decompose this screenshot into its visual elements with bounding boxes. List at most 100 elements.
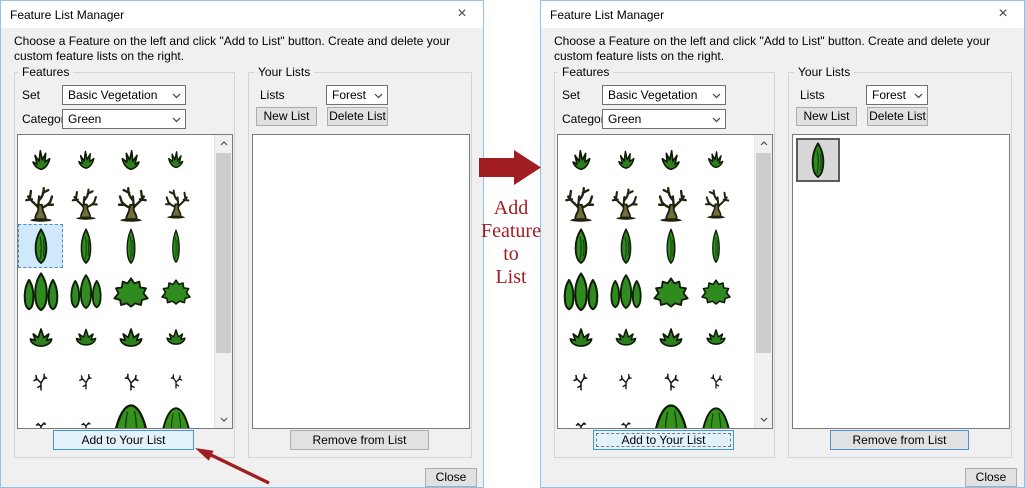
feature-cell-dead-tree[interactable] xyxy=(558,180,603,224)
feature-cell-cypress[interactable] xyxy=(648,224,693,268)
feature-cell-bush-large[interactable] xyxy=(153,268,198,312)
feature-cell-bush[interactable] xyxy=(558,312,603,356)
chevron-down-icon xyxy=(172,93,181,99)
twig-small-icon xyxy=(569,410,593,429)
scrollbar-thumb[interactable] xyxy=(756,153,771,353)
delete-list-button[interactable]: Delete List xyxy=(867,107,928,126)
dead-tree-icon xyxy=(109,180,153,224)
feature-cell-tree-cluster[interactable] xyxy=(603,268,648,312)
add-to-list-button[interactable]: Add to Your List xyxy=(593,430,734,450)
your-list-box[interactable] xyxy=(252,134,470,429)
feature-cell-twig-small[interactable] xyxy=(18,400,63,429)
scroll-down-icon[interactable] xyxy=(755,411,772,428)
feature-grid xyxy=(18,136,198,429)
scrollbar-thumb[interactable] xyxy=(216,153,231,353)
feature-cell-bush[interactable] xyxy=(648,312,693,356)
set-dropdown[interactable]: Basic Vegetation xyxy=(62,85,186,105)
feature-cell-cypress[interactable] xyxy=(693,224,738,268)
feature-cell-grass[interactable] xyxy=(108,136,153,180)
lists-dropdown[interactable]: Forest xyxy=(326,85,388,105)
bush-icon xyxy=(563,317,599,351)
feature-cell-bush[interactable] xyxy=(153,312,198,356)
feature-cell-bush[interactable] xyxy=(693,312,738,356)
feature-cell-grass[interactable] xyxy=(558,136,603,180)
feature-cell-mound[interactable] xyxy=(153,400,198,429)
feature-cell-twig-small[interactable] xyxy=(558,400,603,429)
feature-cell-bush-large[interactable] xyxy=(108,268,153,312)
new-list-button[interactable]: New List xyxy=(796,107,857,126)
dead-tree-icon xyxy=(157,184,194,221)
cypress-icon xyxy=(117,225,144,267)
feature-cell-cypress[interactable] xyxy=(18,224,63,268)
feature-cell-twig[interactable] xyxy=(603,356,648,400)
feature-cell-bush[interactable] xyxy=(63,312,108,356)
feature-cell-twig[interactable] xyxy=(108,356,153,400)
category-dropdown[interactable]: Green xyxy=(602,109,726,129)
set-dropdown[interactable]: Basic Vegetation xyxy=(602,85,726,105)
feature-cell-cypress[interactable] xyxy=(558,224,603,268)
feature-cell-tree-cluster[interactable] xyxy=(558,268,603,312)
category-dropdown[interactable]: Green xyxy=(62,109,186,129)
scroll-up-icon[interactable] xyxy=(215,135,232,152)
feature-cell-cypress[interactable] xyxy=(108,224,153,268)
feature-cell-tree-cluster[interactable] xyxy=(18,268,63,312)
feature-cell-twig-small[interactable] xyxy=(63,400,108,429)
add-to-list-button[interactable]: Add to Your List xyxy=(53,430,194,450)
feature-cell-grass[interactable] xyxy=(693,136,738,180)
close-button[interactable]: Close xyxy=(425,468,477,487)
feature-cell-tree-cluster[interactable] xyxy=(63,268,108,312)
feature-cell-twig-small[interactable] xyxy=(603,400,648,429)
feature-cell-dead-tree[interactable] xyxy=(63,180,108,224)
feature-cell-twig[interactable] xyxy=(648,356,693,400)
mound-icon xyxy=(698,405,733,429)
feature-cell-grass[interactable] xyxy=(18,136,63,180)
close-icon[interactable]: × xyxy=(991,4,1015,24)
feature-cell-dead-tree[interactable] xyxy=(18,180,63,224)
cypress-icon xyxy=(69,225,101,267)
your-list-item-cypress[interactable] xyxy=(796,138,840,182)
feature-cell-cypress[interactable] xyxy=(603,224,648,268)
feature-grid-scrollbar[interactable] xyxy=(214,135,232,428)
feature-cell-cypress[interactable] xyxy=(153,224,198,268)
your-list-box[interactable] xyxy=(792,134,1010,429)
feature-cell-twig[interactable] xyxy=(693,356,738,400)
feature-cell-cypress[interactable] xyxy=(63,224,108,268)
remove-from-list-button[interactable]: Remove from List xyxy=(830,430,969,450)
feature-cell-bush[interactable] xyxy=(108,312,153,356)
feature-cell-grass[interactable] xyxy=(153,136,198,180)
feature-cell-mound[interactable] xyxy=(693,400,738,429)
delete-list-button[interactable]: Delete List xyxy=(327,107,388,126)
feature-grid-listbox[interactable] xyxy=(557,134,773,429)
feature-cell-dead-tree[interactable] xyxy=(603,180,648,224)
feature-grid-scrollbar[interactable] xyxy=(754,135,772,428)
feature-cell-bush[interactable] xyxy=(603,312,648,356)
feature-grid-listbox[interactable] xyxy=(17,134,233,429)
feature-cell-bush-large[interactable] xyxy=(648,268,693,312)
scroll-up-icon[interactable] xyxy=(755,135,772,152)
feature-cell-twig[interactable] xyxy=(18,356,63,400)
tree-cluster-icon xyxy=(18,268,64,312)
feature-cell-twig[interactable] xyxy=(153,356,198,400)
feature-cell-dead-tree[interactable] xyxy=(108,180,153,224)
feature-cell-grass[interactable] xyxy=(603,136,648,180)
lists-dropdown[interactable]: Forest xyxy=(866,85,928,105)
feature-cell-grass[interactable] xyxy=(63,136,108,180)
dead-tree-icon xyxy=(66,182,106,222)
close-button[interactable]: Close xyxy=(965,468,1017,487)
feature-cell-mound[interactable] xyxy=(648,400,693,429)
feature-cell-mound[interactable] xyxy=(108,400,153,429)
scroll-down-icon[interactable] xyxy=(215,411,232,428)
feature-cell-bush[interactable] xyxy=(18,312,63,356)
feature-cell-dead-tree[interactable] xyxy=(693,180,738,224)
feature-cell-dead-tree[interactable] xyxy=(153,180,198,224)
feature-cell-dead-tree[interactable] xyxy=(648,180,693,224)
new-list-button[interactable]: New List xyxy=(256,107,317,126)
dialog-before-state: Feature List Manager × Choose a Feature … xyxy=(0,0,484,488)
remove-from-list-button[interactable]: Remove from List xyxy=(290,430,429,450)
feature-cell-twig[interactable] xyxy=(63,356,108,400)
feature-cell-grass[interactable] xyxy=(648,136,693,180)
close-icon[interactable]: × xyxy=(450,4,474,24)
feature-cell-twig[interactable] xyxy=(558,356,603,400)
feature-cell-bush-large[interactable] xyxy=(693,268,738,312)
twig-icon xyxy=(566,363,596,393)
